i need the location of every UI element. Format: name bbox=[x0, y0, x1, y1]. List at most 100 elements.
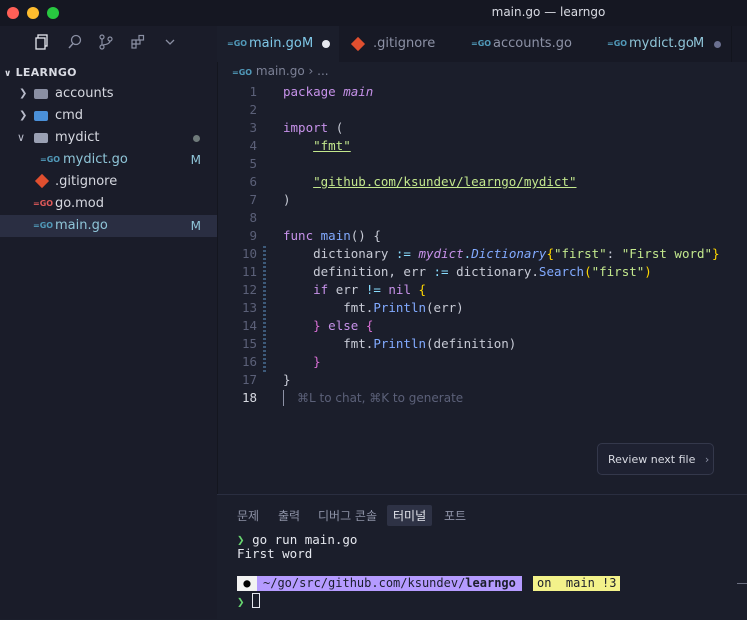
prompt-icon: ❯ bbox=[237, 532, 245, 547]
tree-item-label: .gitignore bbox=[55, 174, 118, 189]
code-token: "github.com/ksundev/learngo/mydict" bbox=[313, 174, 577, 189]
tree-item-label: accounts bbox=[55, 86, 114, 101]
review-next-file-button[interactable]: Review next file › bbox=[597, 443, 714, 475]
modified-badge: M bbox=[693, 36, 705, 51]
code-token: err bbox=[335, 282, 359, 297]
code-editor[interactable]: 1 2 3 4 5 6 7 8 9 10 11 12 13 14 15 16 1… bbox=[217, 82, 747, 494]
git-branch-segment: on main !3 bbox=[533, 576, 621, 591]
code-line: } bbox=[283, 354, 321, 369]
line-number: 11 bbox=[241, 264, 257, 279]
tree-file-mydict-go[interactable]: =GO mydict.go M bbox=[0, 149, 217, 171]
editor-tabs: =GO main.go M .gitignore =GO accounts.go… bbox=[217, 26, 747, 62]
tab-label: main.go bbox=[249, 36, 302, 51]
chevron-right-icon: ❯ bbox=[19, 88, 28, 99]
chevron-down-icon[interactable] bbox=[160, 34, 180, 54]
code-token: "First word" bbox=[621, 246, 713, 261]
code-token: import bbox=[283, 120, 329, 135]
modified-badge: M bbox=[190, 219, 201, 233]
line-number: 14 bbox=[241, 318, 257, 333]
code-token: } bbox=[313, 354, 321, 369]
tab-debug-console[interactable]: 디버그 콘솔 bbox=[312, 505, 383, 526]
line-number: 4 bbox=[249, 138, 257, 153]
chevron-right-icon: › bbox=[704, 453, 710, 466]
tree-folder-cmd[interactable]: ❯ cmd bbox=[0, 105, 217, 127]
tab-gitignore[interactable]: .gitignore bbox=[339, 26, 462, 62]
code-token: mydict bbox=[418, 246, 464, 261]
source-control-icon[interactable] bbox=[96, 34, 116, 54]
go-file-icon: =GO bbox=[607, 39, 628, 48]
code-line: dictionary := mydict.Dictionary{"first":… bbox=[283, 246, 720, 261]
tab-mydict-go[interactable]: =GO mydict.go M bbox=[597, 26, 732, 62]
go-file-icon: =GO bbox=[227, 39, 248, 48]
tab-output[interactable]: 출력 bbox=[272, 505, 306, 526]
code-token: main bbox=[343, 84, 374, 99]
tree-folder-accounts[interactable]: ❯ accounts bbox=[0, 83, 217, 105]
breadcrumb-symbol[interactable]: ... bbox=[317, 64, 328, 78]
code-token: } bbox=[712, 246, 720, 261]
go-file-icon: =GO bbox=[232, 68, 253, 77]
line-number: 7 bbox=[249, 192, 257, 207]
code-token: ) bbox=[644, 264, 652, 279]
sidebar: ∨ LEARNGO ❯ accounts ❯ cmd ∨ mydict =GO m… bbox=[0, 26, 218, 619]
ai-hint-text: ⌘L to chat, ⌘K to generate bbox=[297, 391, 464, 405]
code-token: Println bbox=[373, 300, 427, 315]
breadcrumb-file[interactable]: main.go bbox=[256, 64, 305, 78]
code-token: : bbox=[606, 246, 622, 261]
terminal-input-line[interactable]: ❯ bbox=[237, 593, 261, 609]
line-number: 15 bbox=[241, 336, 257, 351]
code-token: Dictionary bbox=[471, 246, 547, 261]
code-token: ( bbox=[335, 120, 344, 135]
code-token: ( bbox=[584, 264, 592, 279]
unsaved-dot-icon[interactable] bbox=[322, 40, 330, 48]
explorer-root-header[interactable]: ∨ LEARNGO bbox=[4, 66, 77, 79]
unsaved-dot-icon[interactable] bbox=[714, 41, 721, 48]
tab-ports[interactable]: 포트 bbox=[438, 505, 472, 526]
code-token: fmt. bbox=[343, 300, 374, 315]
git-icon bbox=[34, 173, 50, 189]
code-token: "first" bbox=[553, 246, 607, 261]
tree-folder-mydict[interactable]: ∨ mydict bbox=[0, 127, 217, 149]
review-button-label: Review next file bbox=[608, 453, 696, 466]
terminal-cursor bbox=[252, 593, 261, 608]
code-token: package bbox=[283, 84, 336, 99]
tree-file-gitignore[interactable]: .gitignore bbox=[0, 171, 217, 193]
modified-dot-icon bbox=[193, 135, 200, 142]
folder-open-icon bbox=[34, 133, 48, 143]
code-token: definition, err bbox=[313, 264, 426, 279]
tree-file-main-go[interactable]: =GO main.go M bbox=[0, 215, 217, 237]
code-token: Println bbox=[373, 336, 427, 351]
code-token: ) bbox=[283, 192, 291, 207]
line-number: 1 bbox=[249, 84, 257, 99]
code-line: fmt.Println(definition) bbox=[283, 336, 516, 351]
tab-terminal[interactable]: 터미널 bbox=[387, 505, 433, 526]
modified-badge: M bbox=[302, 36, 314, 51]
prompt-path-segment: ~/go/src/github.com/ksundev/learngo bbox=[257, 576, 522, 591]
code-line: func main() { bbox=[283, 228, 381, 243]
code-token: () { bbox=[350, 228, 381, 243]
prompt-divider bbox=[737, 583, 747, 584]
tab-main-go[interactable]: =GO main.go M bbox=[217, 26, 340, 62]
code-token: (err) bbox=[426, 300, 464, 315]
tree-file-go-mod[interactable]: =GO go.mod bbox=[0, 193, 217, 215]
code-token: (definition) bbox=[426, 336, 517, 351]
modified-badge: M bbox=[190, 153, 201, 167]
tab-accounts-go[interactable]: =GO accounts.go bbox=[461, 26, 598, 62]
folder-icon bbox=[34, 89, 48, 99]
code-token: if bbox=[313, 282, 329, 297]
code-token: dictionary bbox=[313, 246, 389, 261]
code-line: import ( bbox=[283, 120, 343, 135]
code-token: } bbox=[313, 318, 321, 333]
line-number: 10 bbox=[241, 246, 257, 261]
code-line: "github.com/ksundev/learngo/mydict" bbox=[283, 174, 577, 189]
files-icon[interactable] bbox=[32, 34, 52, 54]
search-icon[interactable] bbox=[65, 34, 85, 54]
apple-icon: ● bbox=[237, 576, 257, 591]
terminal-command-line: ❯ go run main.go bbox=[237, 532, 357, 547]
activity-bar bbox=[0, 26, 217, 62]
tab-problems[interactable]: 문제 bbox=[231, 505, 265, 526]
line-number: 17 bbox=[241, 372, 257, 387]
git-modified-gutter bbox=[263, 246, 266, 372]
code-token: "fmt" bbox=[313, 138, 351, 153]
tree-item-label: mydict.go bbox=[63, 152, 128, 167]
extensions-icon[interactable] bbox=[128, 34, 148, 54]
